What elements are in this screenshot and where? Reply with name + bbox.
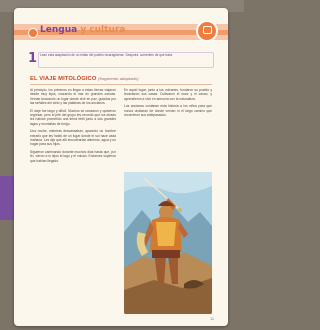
story-paragraph: Al principio, los primeros en llegar a e… [30, 88, 116, 106]
page-number: 11 [210, 316, 215, 321]
activity-number: 1 [28, 51, 38, 66]
book-page: Lengua y cultura 1 Lean esta adaptación … [14, 8, 228, 326]
story-title: EL VIAJE MITOLÓGICO (fragmento adaptado) [30, 76, 139, 82]
story-paragraph: Los ancianos contaban esta historia a lo… [124, 104, 212, 118]
section-title-part2: y cultura [80, 25, 126, 35]
warrior-illustration [124, 172, 212, 314]
warrior-illustration-svg [124, 172, 212, 314]
story-paragraph: Siguieron caminando durante muchos días … [30, 149, 116, 163]
book-icon [196, 20, 218, 42]
story-paragraph: En aquel lugar, junto a los volcanes, fu… [124, 88, 212, 101]
story-paragraph: El viaje fue largo y difícil. Muchos se … [30, 108, 116, 126]
activity-instruction: 1 Lean esta adaptación de un relato del … [28, 51, 214, 70]
story-title-main: EL VIAJE MITOLÓGICO [30, 76, 97, 82]
title-divider [30, 84, 212, 85]
instruction-text: Lean esta adaptación de un relato del pu… [40, 53, 173, 57]
section-title: Lengua y cultura [40, 25, 125, 35]
section-bullet-icon [28, 28, 38, 38]
story-column-left: Al principio, los primeros en llegar a e… [30, 88, 116, 320]
story-subtitle: (fragmento adaptado) [98, 76, 139, 81]
story-paragraph: Una noche, mientras descansaban, apareci… [30, 129, 116, 147]
book-glyph [203, 26, 212, 34]
section-title-part1: Lengua [40, 25, 78, 35]
story-column-right: En aquel lugar, junto a los volcanes, fu… [124, 88, 212, 170]
